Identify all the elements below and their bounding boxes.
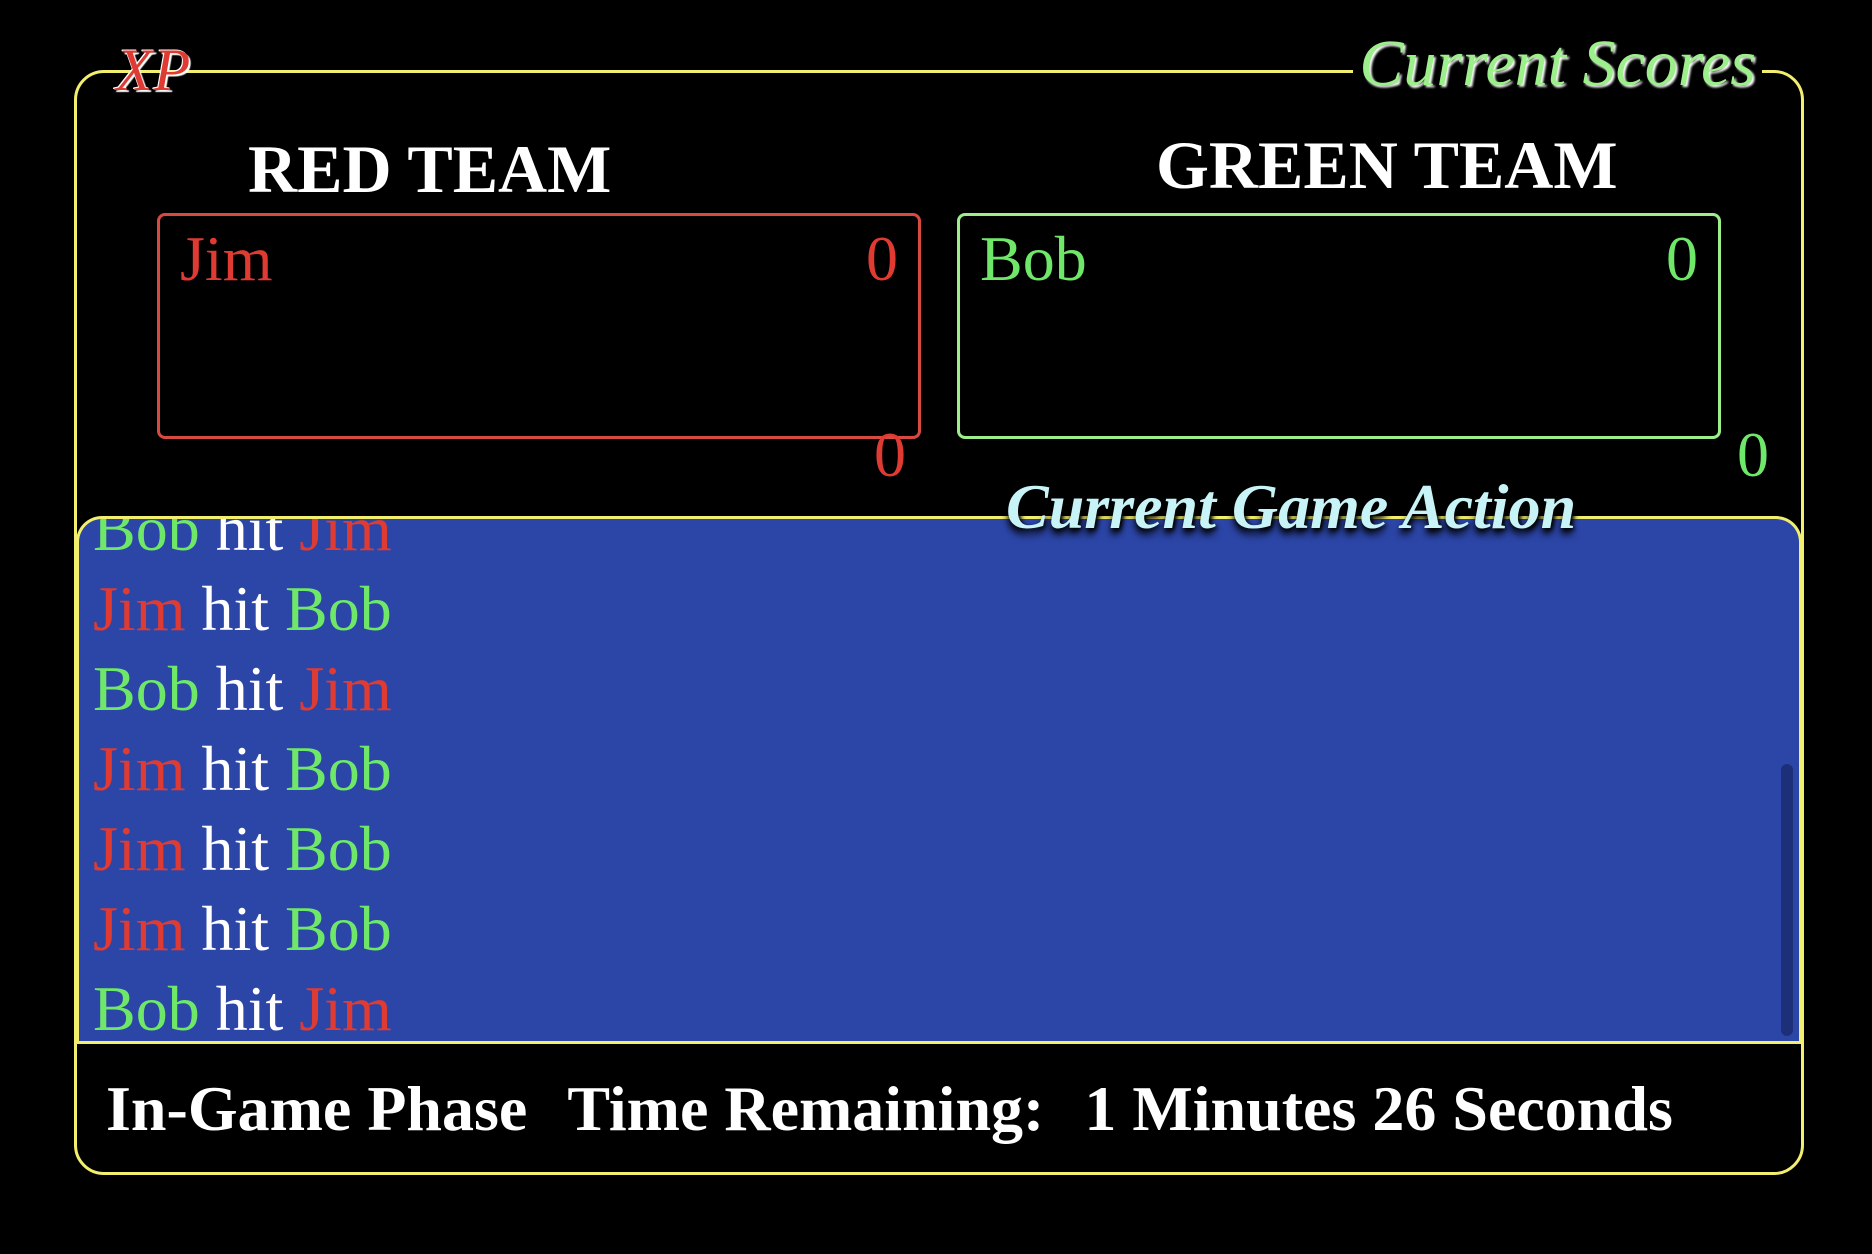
phase-label: In-Game Phase xyxy=(106,1073,528,1144)
hit-word: hit xyxy=(201,733,270,804)
target-name: Bob xyxy=(285,573,392,644)
action-log-entry: Jim hit Bob xyxy=(93,569,392,649)
player-row: Jim 0 xyxy=(180,222,898,296)
target-name: Jim xyxy=(299,653,392,724)
action-log-entry: Jim hit Bob xyxy=(93,809,392,889)
game-action-log[interactable]: Bob hit Jim Jim hit Bob Bob hit Jim Jim hit… xyxy=(76,516,1802,1041)
target-name: Bob xyxy=(285,893,392,964)
player-name: Bob xyxy=(980,223,1087,294)
hit-word: hit xyxy=(215,516,284,564)
green-team-title: GREEN TEAM xyxy=(1156,127,1618,203)
time-remaining-value: 1 Minutes 26 Seconds xyxy=(1084,1073,1673,1144)
attacker-name: Bob xyxy=(93,516,200,564)
action-log-entry: Jim hit Bob xyxy=(93,889,392,969)
time-remaining-label: Time Remaining: xyxy=(567,1073,1045,1144)
target-name: Jim xyxy=(299,973,392,1041)
action-log-entry: Jim hit Bob xyxy=(93,729,392,809)
attacker-name: Bob xyxy=(93,973,200,1041)
scoreboard-screen: XP Current Scores RED TEAM GREEN TEAM Ji… xyxy=(0,0,1872,1254)
green-team-total: 0 xyxy=(1737,419,1769,490)
action-log-entry: Bob hit Jim xyxy=(93,969,392,1041)
xp-logo: XP xyxy=(116,37,192,103)
player-row: Bob 0 xyxy=(980,222,1698,296)
player-score: 0 xyxy=(1666,223,1698,294)
attacker-name: Jim xyxy=(93,733,186,804)
status-divider xyxy=(76,1041,1802,1044)
action-log-list: Bob hit Jim Jim hit Bob Bob hit Jim Jim hit… xyxy=(93,516,392,1041)
player-name: Jim xyxy=(180,223,273,294)
current-scores-title: Current Scores xyxy=(1353,26,1762,102)
phase-status: In-Game Phase Time Remaining: 1 Minutes … xyxy=(106,1072,1673,1146)
hit-word: hit xyxy=(215,653,284,724)
red-team-title: RED TEAM xyxy=(248,131,612,207)
attacker-name: Jim xyxy=(93,813,186,884)
player-score: 0 xyxy=(866,223,898,294)
target-name: Bob xyxy=(285,813,392,884)
attacker-name: Jim xyxy=(93,893,186,964)
action-log-entry: Bob hit Jim xyxy=(93,516,392,569)
hit-word: hit xyxy=(201,893,270,964)
hit-word: hit xyxy=(215,973,284,1041)
red-team-roster: Jim 0 xyxy=(157,213,921,439)
green-team-roster: Bob 0 xyxy=(957,213,1721,439)
target-name: Bob xyxy=(285,733,392,804)
attacker-name: Jim xyxy=(93,573,186,644)
red-team-total: 0 xyxy=(874,419,906,490)
hit-word: hit xyxy=(201,573,270,644)
attacker-name: Bob xyxy=(93,653,200,724)
target-name: Jim xyxy=(299,516,392,564)
hit-word: hit xyxy=(201,813,270,884)
action-log-entry: Bob hit Jim xyxy=(93,649,392,729)
action-log-scrollbar[interactable] xyxy=(1781,764,1793,1036)
current-game-action-title: Current Game Action xyxy=(1006,471,1577,542)
